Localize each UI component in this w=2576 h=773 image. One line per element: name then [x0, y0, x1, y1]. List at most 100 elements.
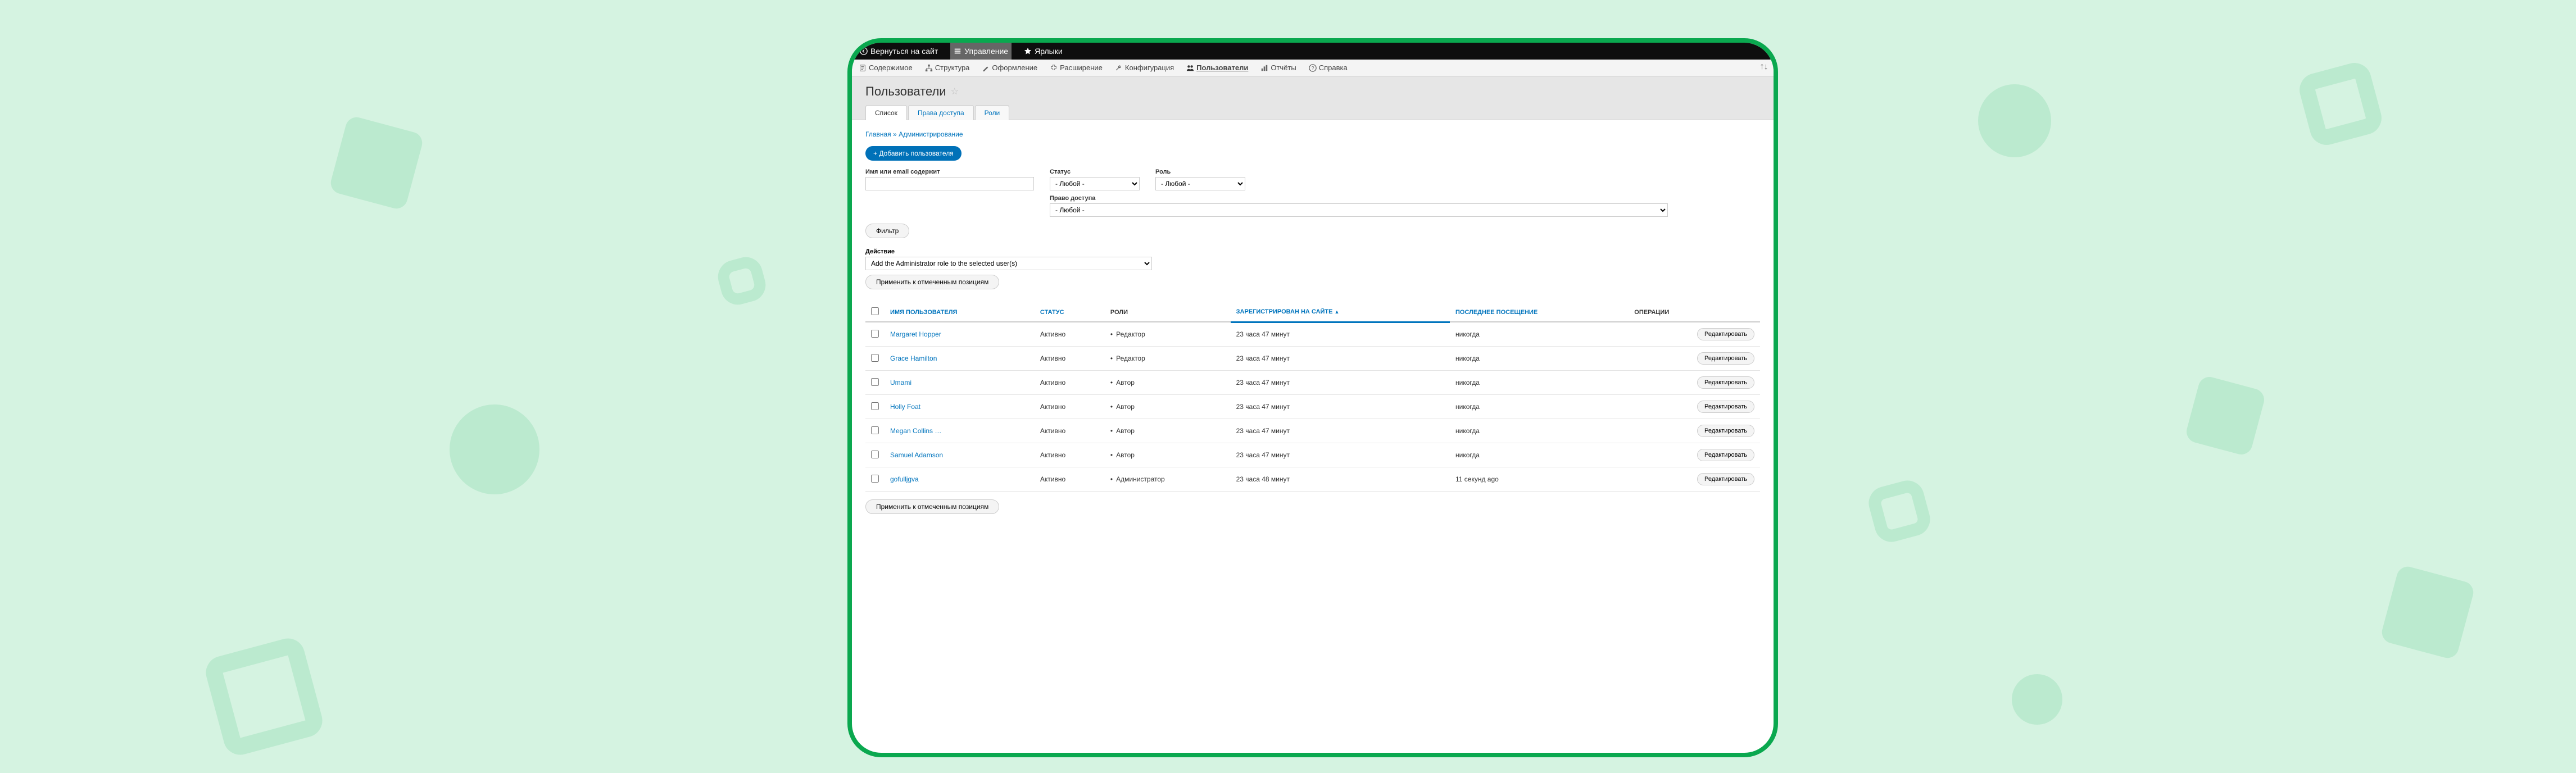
filter-role-label: Роль [1155, 169, 1245, 175]
apply-button-top[interactable]: Применить к отмеченным позициям [865, 275, 999, 289]
menu-config[interactable]: Конфигурация [1113, 62, 1176, 73]
username-link[interactable]: Holly Foat [890, 403, 920, 411]
status-cell: Активно [1035, 467, 1105, 492]
manage-label: Управление [964, 47, 1008, 56]
col-ops: ОПЕРАЦИИ [1629, 303, 1760, 322]
table-row: Umami Активно Автор 23 часа 47 минут ник… [865, 371, 1760, 395]
toolbar-orientation-toggle[interactable] [1760, 63, 1768, 72]
row-checkbox[interactable] [871, 426, 879, 434]
edit-button[interactable]: Редактировать [1697, 425, 1754, 437]
menu-reports-label: Отчёты [1271, 63, 1296, 72]
sort-arrow-icon: ▲ [1335, 309, 1340, 315]
menu-help[interactable]: ? Справка [1307, 62, 1350, 73]
filter-permission-label: Право доступа [1050, 195, 1760, 202]
role-cell: Редактор [1110, 330, 1145, 338]
content-area: Главная » Администрирование + Добавить п… [852, 120, 1774, 534]
breadcrumb: Главная » Администрирование [865, 130, 1760, 138]
back-label: Вернуться на сайт [870, 47, 938, 56]
menu-appearance[interactable]: Оформление [979, 62, 1040, 73]
menu-config-label: Конфигурация [1125, 63, 1174, 72]
row-checkbox[interactable] [871, 402, 879, 410]
member-cell: 23 часа 47 минут [1231, 347, 1450, 371]
menu-reports[interactable]: Отчёты [1258, 62, 1298, 73]
username-link[interactable]: Megan Collins … [890, 427, 941, 435]
role-cell: Администратор [1110, 475, 1165, 483]
add-user-button[interactable]: + Добавить пользователя [865, 146, 962, 161]
edit-button[interactable]: Редактировать [1697, 449, 1754, 461]
row-checkbox[interactable] [871, 330, 879, 338]
status-cell: Активно [1035, 419, 1105, 443]
svg-text:?: ? [1311, 65, 1314, 71]
shortcuts-link[interactable]: Ярлыки [1021, 43, 1066, 60]
role-cell: Автор [1110, 427, 1135, 435]
filter-role-select[interactable]: - Любой - [1155, 177, 1245, 190]
edit-button[interactable]: Редактировать [1697, 328, 1754, 340]
content-icon [859, 64, 867, 72]
role-cell: Автор [1110, 403, 1135, 411]
menu-extend[interactable]: Расширение [1047, 62, 1105, 73]
wrench-icon [1115, 64, 1123, 72]
menu-people[interactable]: Пользователи [1184, 62, 1250, 73]
table-row: Holly Foat Активно Автор 23 часа 47 мину… [865, 395, 1760, 419]
col-username[interactable]: ИМЯ ПОЛЬЗОВАТЕЛЯ [885, 303, 1035, 322]
table-row: Margaret Hopper Активно Редактор 23 часа… [865, 322, 1760, 347]
back-icon [860, 47, 868, 55]
filter-name-input[interactable] [865, 177, 1034, 190]
table-row: Samuel Adamson Активно Автор 23 часа 47 … [865, 443, 1760, 467]
action-label: Действие [865, 248, 1760, 255]
shortcuts-label: Ярлыки [1035, 47, 1063, 56]
username-link[interactable]: Samuel Adamson [890, 451, 943, 459]
users-table: ИМЯ ПОЛЬЗОВАТЕЛЯ СТАТУС РОЛИ ЗАРЕГИСТРИР… [865, 303, 1760, 492]
access-cell: никогда [1450, 419, 1629, 443]
access-cell: никогда [1450, 322, 1629, 347]
member-cell: 23 часа 47 минут [1231, 443, 1450, 467]
col-member[interactable]: ЗАРЕГИСТРИРОВАН НА САЙТЕ▲ [1231, 303, 1450, 322]
row-checkbox[interactable] [871, 354, 879, 362]
username-link[interactable]: Margaret Hopper [890, 330, 941, 338]
star-icon [1024, 47, 1032, 55]
table-row: gofulljgva Активно Администратор 23 часа… [865, 467, 1760, 492]
edit-button[interactable]: Редактировать [1697, 473, 1754, 485]
filter-button[interactable]: Фильтр [865, 224, 909, 238]
tab-list[interactable]: Список [865, 105, 907, 120]
admin-toolbar-top: Вернуться на сайт Управление Ярлыки [852, 43, 1774, 60]
edit-button[interactable]: Редактировать [1697, 376, 1754, 389]
col-roles: РОЛИ [1105, 303, 1231, 322]
favorite-star-icon[interactable]: ☆ [951, 86, 959, 97]
back-to-site-link[interactable]: Вернуться на сайт [856, 43, 941, 60]
breadcrumb-home[interactable]: Главная [865, 130, 891, 138]
role-cell: Автор [1110, 451, 1135, 459]
status-cell: Активно [1035, 371, 1105, 395]
username-link[interactable]: gofulljgva [890, 475, 919, 483]
username-link[interactable]: Umami [890, 379, 911, 387]
breadcrumb-admin[interactable]: Администрирование [899, 130, 963, 138]
access-cell: 11 секунд ago [1450, 467, 1629, 492]
col-status[interactable]: СТАТУС [1035, 303, 1105, 322]
row-checkbox[interactable] [871, 378, 879, 386]
select-all-checkbox[interactable] [871, 307, 879, 315]
reports-icon [1260, 64, 1268, 72]
edit-button[interactable]: Редактировать [1697, 401, 1754, 413]
menu-content[interactable]: Содержимое [856, 62, 915, 73]
page-header: Пользователи ☆ Список Права доступа Роли [852, 76, 1774, 120]
filter-status-select[interactable]: - Любой - [1050, 177, 1140, 190]
apply-button-bottom[interactable]: Применить к отмеченным позициям [865, 499, 999, 514]
breadcrumb-sep: » [893, 130, 897, 138]
row-checkbox[interactable] [871, 451, 879, 458]
row-checkbox[interactable] [871, 475, 879, 483]
appearance-icon [982, 64, 990, 72]
tab-roles[interactable]: Роли [975, 105, 1010, 120]
action-select[interactable]: Add the Administrator role to the select… [865, 257, 1152, 270]
menu-structure[interactable]: Структура [923, 62, 972, 73]
filters-row: Имя или email содержит Статус - Любой - … [865, 169, 1760, 190]
edit-button[interactable]: Редактировать [1697, 352, 1754, 365]
manage-link[interactable]: Управление [950, 43, 1012, 60]
menu-help-label: Справка [1319, 63, 1348, 72]
tab-permissions[interactable]: Права доступа [908, 105, 974, 120]
member-cell: 23 часа 48 минут [1231, 467, 1450, 492]
col-access[interactable]: ПОСЛЕДНЕЕ ПОСЕЩЕНИЕ [1450, 303, 1629, 322]
filter-name-label: Имя или email содержит [865, 169, 1034, 175]
username-link[interactable]: Grace Hamilton [890, 354, 937, 362]
filter-status-label: Статус [1050, 169, 1140, 175]
filter-permission-select[interactable]: - Любой - [1050, 203, 1668, 217]
